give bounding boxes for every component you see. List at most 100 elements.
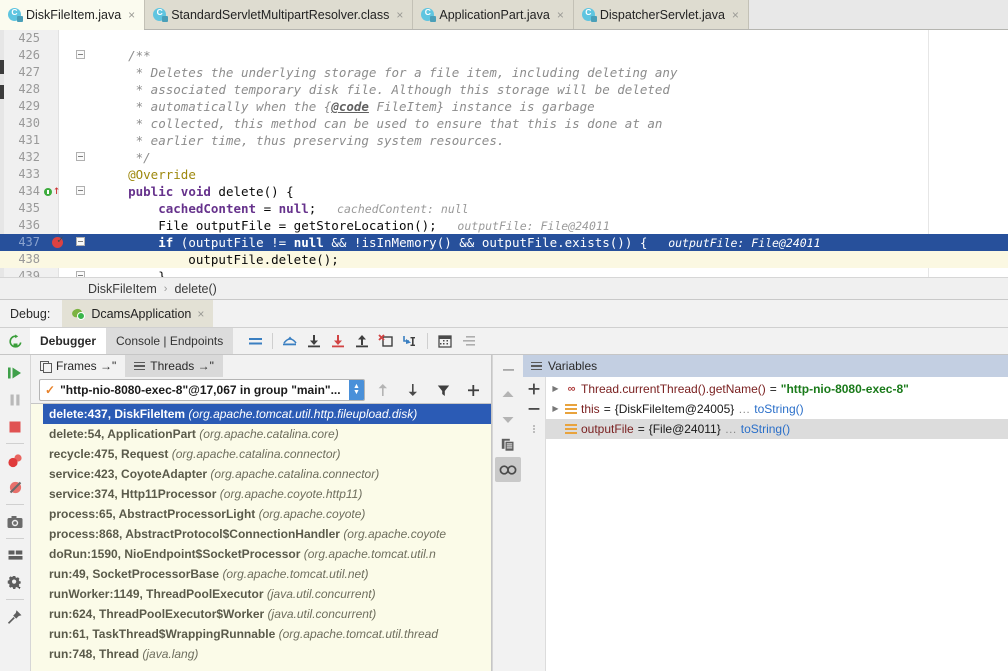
editor-tab-0[interactable]: DiskFileItem.java × bbox=[0, 0, 146, 30]
evaluate-expression-button[interactable] bbox=[433, 328, 457, 354]
rerun-button[interactable] bbox=[0, 328, 30, 354]
code-line[interactable]: 425 bbox=[0, 30, 1008, 47]
add-watch-button[interactable] bbox=[524, 379, 544, 399]
stack-frame-row[interactable]: process:868, AbstractProtocol$Connection… bbox=[31, 524, 491, 544]
close-icon[interactable]: × bbox=[557, 9, 564, 21]
show-execution-point-button[interactable] bbox=[243, 328, 267, 354]
move-down-button[interactable] bbox=[401, 383, 425, 397]
code-line[interactable]: 432 */ bbox=[0, 149, 1008, 166]
code-line[interactable]: 429 * automatically when the {@code File… bbox=[0, 98, 1008, 115]
code-line[interactable]: 427 * Deletes the underlying storage for… bbox=[0, 64, 1008, 81]
tab-threads[interactable]: Threads →" bbox=[125, 355, 223, 377]
debug-session-tab[interactable]: DcamsApplication × bbox=[62, 300, 214, 327]
tab-console-endpoints[interactable]: Console | Endpoints bbox=[106, 328, 234, 354]
move-up-button[interactable] bbox=[371, 383, 395, 397]
fold-toggle-icon[interactable] bbox=[76, 50, 85, 59]
gear-icon bbox=[7, 575, 21, 590]
stack-frame-row[interactable]: runWorker:1149, ThreadPoolExecutor (java… bbox=[31, 584, 491, 604]
code-line[interactable]: 434 ↑ public void delete() { bbox=[0, 183, 1008, 200]
copy-stack-button[interactable] bbox=[495, 432, 521, 457]
filter-button[interactable] bbox=[431, 384, 455, 397]
breakpoint-icon[interactable]: ✓ bbox=[52, 234, 65, 249]
variable-row[interactable]: outputFile = {File@24011} … toString() bbox=[546, 419, 1008, 439]
code-line[interactable]: 436 File outputFile = getStoreLocation()… bbox=[0, 217, 1008, 234]
code-line[interactable]: 435 cachedContent = null; cachedContent:… bbox=[0, 200, 1008, 217]
variable-row[interactable]: ▶ this = {DiskFileItem@24005} … toString(… bbox=[546, 399, 1008, 419]
code-line[interactable]: 439 } bbox=[0, 268, 1008, 277]
fold-toggle-icon[interactable] bbox=[76, 152, 85, 161]
step-into-button[interactable] bbox=[302, 328, 326, 354]
scroll-down-button[interactable] bbox=[495, 407, 521, 432]
restore-layout-button[interactable] bbox=[2, 542, 28, 569]
variables-more-button[interactable] bbox=[524, 419, 544, 439]
fold-toggle-icon[interactable] bbox=[76, 186, 85, 195]
stack-frame-row[interactable]: service:374, Http11Processor (org.apache… bbox=[31, 484, 491, 504]
view-breakpoints-button[interactable] bbox=[2, 447, 28, 474]
run-to-cursor-button[interactable] bbox=[398, 328, 422, 354]
code-line[interactable]: 433 @Override bbox=[0, 166, 1008, 183]
code-line[interactable]: 431 * earlier time, thus preserving syst… bbox=[0, 132, 1008, 149]
breadcrumb-class[interactable]: DiskFileItem bbox=[88, 282, 157, 296]
stack-frame-row[interactable]: run:748, Thread (java.lang) bbox=[31, 644, 491, 664]
variables-tree[interactable]: ▶ ∞ Thread.currentThread().getName() = "ht… bbox=[546, 377, 1008, 671]
expand-triangle-icon[interactable]: ▶ bbox=[550, 379, 561, 399]
run-method-gutter-icon[interactable]: ↑ bbox=[44, 184, 62, 198]
collapse-button[interactable] bbox=[495, 357, 521, 382]
variable-row[interactable]: ▶ ∞ Thread.currentThread().getName() = "ht… bbox=[546, 379, 1008, 399]
stack-frame-row[interactable]: service:423, CoyoteAdapter (org.apache.c… bbox=[31, 464, 491, 484]
code-line[interactable]: 438 outputFile.delete(); bbox=[0, 251, 1008, 268]
trace-current-stream-button[interactable] bbox=[457, 328, 481, 354]
close-icon[interactable]: × bbox=[732, 9, 739, 21]
close-icon[interactable]: × bbox=[396, 9, 403, 21]
breadcrumb-method[interactable]: delete() bbox=[174, 282, 216, 296]
stack-frame-row[interactable]: delete:54, ApplicationPart (org.apache.c… bbox=[31, 424, 491, 444]
mute-breakpoints-button[interactable] bbox=[2, 474, 28, 501]
stack-frame-row[interactable]: process:65, AbstractProcessorLight (org.… bbox=[31, 504, 491, 524]
remove-watch-button[interactable] bbox=[524, 399, 544, 419]
code-line[interactable]: 437 ✓ if (outputFile != null && !isInMemo… bbox=[0, 234, 1008, 251]
watches-button[interactable] bbox=[495, 457, 521, 482]
tab-frames[interactable]: Frames →" bbox=[31, 355, 126, 377]
code-editor[interactable]: 425 426 /** 427 * Deletes the underlying s… bbox=[0, 30, 1008, 277]
stack-frame-row[interactable]: run:624, ThreadPoolExecutor$Worker (java… bbox=[31, 604, 491, 624]
step-out-button[interactable] bbox=[350, 328, 374, 354]
breadcrumb[interactable]: DiskFileItem › delete() bbox=[0, 277, 1008, 300]
variable-tostring-link[interactable]: toString() bbox=[741, 419, 790, 439]
stack-frame-row[interactable]: run:49, SocketProcessorBase (org.apache.… bbox=[31, 564, 491, 584]
editor-tab-3[interactable]: DispatcherServlet.java × bbox=[573, 0, 749, 29]
code-text: * automatically when the {@code FileItem… bbox=[98, 98, 595, 115]
stack-frame-row[interactable]: delete:437, DiskFileItem (org.apache.tom… bbox=[31, 404, 491, 424]
tab-debugger[interactable]: Debugger bbox=[30, 328, 107, 354]
code-line[interactable]: 428 * associated temporary disk file. Al… bbox=[0, 81, 1008, 98]
fold-toggle-icon[interactable] bbox=[76, 271, 85, 277]
code-line[interactable]: 426 /** bbox=[0, 47, 1008, 64]
stack-frame-row[interactable]: doRun:1590, NioEndpoint$SocketProcessor … bbox=[31, 544, 491, 564]
drop-frame-button[interactable] bbox=[374, 328, 398, 354]
pause-program-button[interactable] bbox=[2, 386, 28, 413]
variable-equals: = bbox=[637, 422, 645, 436]
close-icon[interactable]: × bbox=[197, 307, 204, 321]
force-step-into-button[interactable] bbox=[326, 328, 350, 354]
call-stack-list[interactable]: delete:437, DiskFileItem (org.apache.tom… bbox=[31, 403, 491, 671]
stack-frame-row[interactable]: recycle:475, Request (org.apache.catalin… bbox=[31, 444, 491, 464]
code-line[interactable]: 430 * collected, this method can be used… bbox=[0, 115, 1008, 132]
fold-toggle-icon[interactable] bbox=[76, 237, 85, 246]
expand-triangle-icon[interactable]: ▶ bbox=[550, 399, 561, 419]
resume-program-button[interactable] bbox=[2, 359, 28, 386]
minus-icon bbox=[502, 368, 514, 371]
add-watch-button[interactable] bbox=[461, 384, 485, 397]
scroll-up-button[interactable] bbox=[495, 382, 521, 407]
settings-button[interactable] bbox=[2, 569, 28, 596]
editor-tab-1[interactable]: StandardServletMultipartResolver.class × bbox=[145, 0, 414, 29]
thread-selector[interactable]: ✓ "http-nio-8080-exec-8"@17,067 in group… bbox=[39, 379, 365, 401]
stop-program-button[interactable] bbox=[2, 413, 28, 440]
stack-frame-package: (org.apache.coyote.http11) bbox=[219, 487, 363, 501]
close-icon[interactable]: × bbox=[128, 9, 135, 21]
stepper-icon[interactable]: ▲ ▼ bbox=[349, 380, 364, 400]
variable-tostring-link[interactable]: toString() bbox=[754, 399, 803, 419]
pin-tab-button[interactable] bbox=[2, 603, 28, 630]
editor-tab-2[interactable]: ApplicationPart.java × bbox=[413, 0, 574, 29]
stack-frame-row[interactable]: run:61, TaskThread$WrappingRunnable (org… bbox=[31, 624, 491, 644]
step-over-button[interactable] bbox=[278, 328, 302, 354]
get-thread-dump-button[interactable] bbox=[2, 508, 28, 535]
